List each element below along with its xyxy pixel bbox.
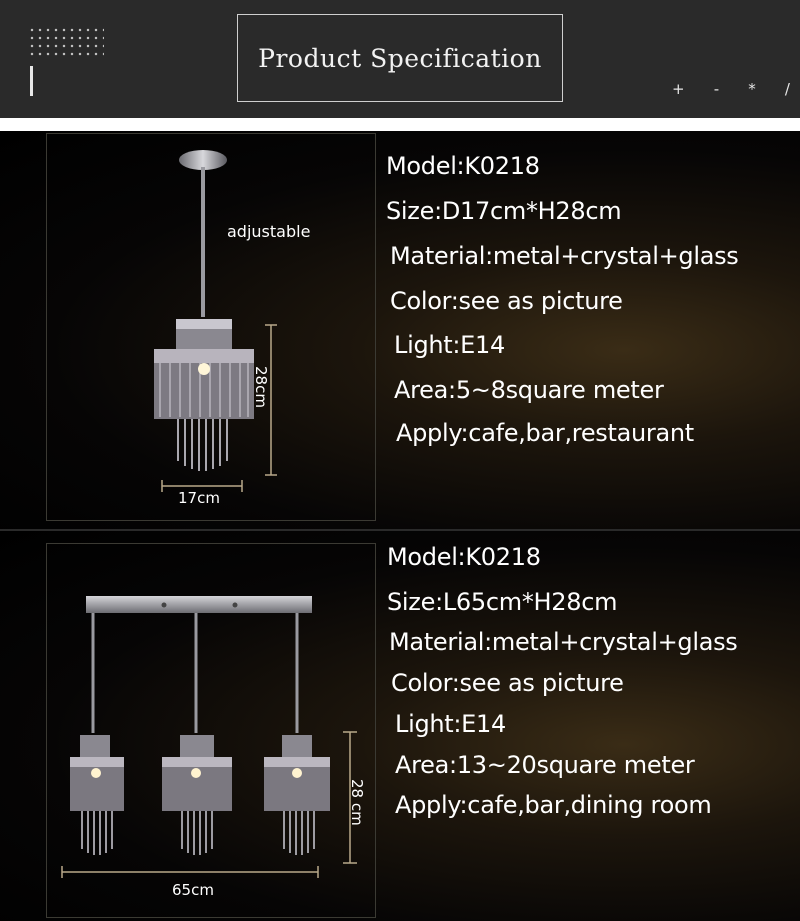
spec-material: Material:metal+crystal+glass	[390, 242, 739, 270]
product-section-single: adjustable 28cm 17cm Model:K0218 Size:D1…	[0, 131, 800, 529]
spec-size: Size:L65cm*H28cm	[387, 588, 618, 616]
spec-color: Color:see as picture	[390, 287, 623, 315]
spec-area: Area:13~20square meter	[395, 751, 695, 779]
plus-mark: +	[672, 80, 685, 98]
spec-material: Material:metal+crystal+glass	[389, 628, 738, 656]
spec-model: Model:K0218	[386, 152, 540, 180]
vertical-bar-decoration	[30, 66, 33, 96]
product-section-triple: 28 cm 65cm Model:K0218 Size:L65cm*H28cm …	[0, 529, 800, 921]
asterisk-mark: *	[748, 80, 756, 98]
spec-list: Model:K0218 Size:L65cm*H28cm Material:me…	[0, 529, 800, 921]
page-title: Product Specification	[258, 43, 542, 73]
dot-grid-decoration	[28, 26, 104, 60]
spec-area: Area:5~8square meter	[394, 376, 664, 404]
title-box: Product Specification	[237, 14, 563, 102]
spec-light: Light:E14	[394, 331, 505, 359]
spec-apply: Apply:cafe,bar,dining room	[395, 791, 712, 819]
spec-light: Light:E14	[395, 710, 506, 738]
spec-list: Model:K0218 Size:D17cm*H28cm Material:me…	[0, 131, 800, 529]
spec-color: Color:see as picture	[391, 669, 624, 697]
symbol-marks: + - * /	[672, 80, 790, 98]
white-divider	[0, 118, 800, 131]
slash-mark: /	[784, 80, 790, 98]
spec-apply: Apply:cafe,bar,restaurant	[396, 419, 694, 447]
spec-model: Model:K0218	[387, 543, 541, 571]
header-banner: Product Specification + - * /	[0, 0, 800, 118]
minus-mark: -	[713, 80, 720, 98]
spec-size: Size:D17cm*H28cm	[386, 197, 622, 225]
